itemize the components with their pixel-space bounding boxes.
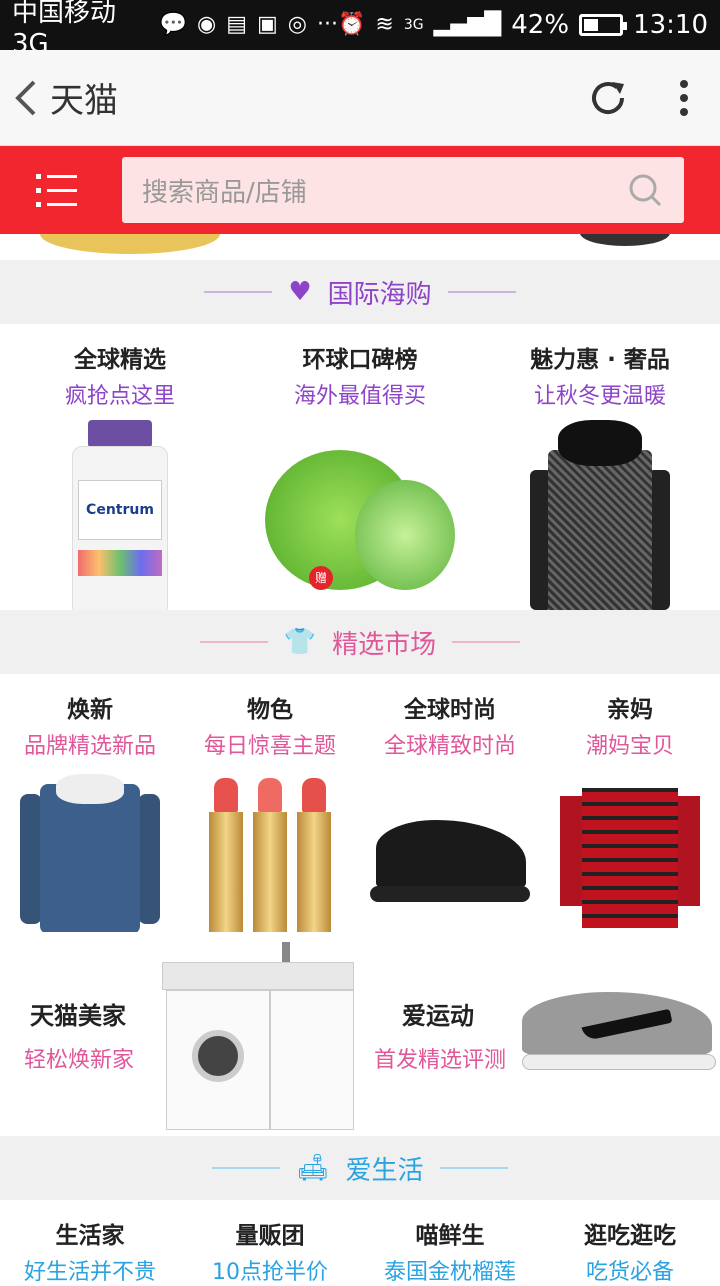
top-nav-bar: 天猫 (0, 50, 720, 146)
promo-tile-fresh[interactable]: 喵鲜生 泰国金枕榴莲 (360, 1200, 540, 1286)
sneaker-image (370, 820, 530, 910)
tile-subtitle: 全球精致时尚 (383, 734, 516, 759)
tile-subtitle: 疯抢点这里 (64, 384, 175, 409)
more-notifications-icon: ··· (316, 12, 338, 37)
promo-tile-theme[interactable]: 物色 每日惊喜主题 (180, 674, 360, 932)
tile-title: 魅力惠 · 奢品 (530, 347, 670, 373)
promo-tile-lifestyle[interactable]: 生活家 好生活并不贵 (0, 1200, 180, 1286)
heart-icon: ♥ (288, 277, 312, 307)
tile-subtitle: 潮妈宝贝 (585, 734, 674, 759)
promo-tile-global-select[interactable]: 全球精选 疯抢点这里 Centrum (0, 324, 240, 616)
search-header: 搜索商品/店铺 (0, 146, 720, 234)
promo-tile-mom[interactable]: 亲妈 潮妈宝贝 (540, 674, 720, 932)
battery-icon (579, 14, 628, 36)
section-title: 国际海购 (327, 279, 432, 310)
promo-tile-fashion[interactable]: 全球时尚 全球精致时尚 (360, 674, 540, 932)
promo-tile-group-buy[interactable]: 量贩团 10点抢半价 (180, 1200, 360, 1286)
divider-line (204, 291, 273, 293)
divider-line (447, 291, 516, 293)
promo-row: 天猫美家 轻松焕新家 爱运动 首发精选评测 (0, 932, 720, 1136)
promo-tile-new[interactable]: 焕新 品牌精选新品 (0, 674, 180, 934)
divider-line (439, 1167, 508, 1169)
aloe-gel-image: 赠 (265, 430, 455, 600)
battery-percent: 42% (511, 10, 570, 40)
section-header-market: 👕 精选市场 (0, 610, 720, 674)
product-image (580, 234, 670, 246)
banner-remnant (0, 234, 720, 260)
section-header-global: ♥ 国际海购 (0, 260, 720, 324)
tile-subtitle: 让秋冬更温暖 (533, 384, 666, 409)
search-placeholder: 搜索商品/店铺 (142, 177, 307, 208)
running-shoe-image (522, 992, 716, 1082)
tile-title: 全球精选 (74, 347, 166, 373)
global-grid: 全球精选 疯抢点这里 Centrum 环球口碑榜 海外最值得买 赠 魅力惠 · … (0, 324, 720, 616)
promo-subtitle: 轻松焕新家 (24, 1048, 135, 1073)
market-grid: 焕新 品牌精选新品 物色 每日惊喜主题 全球时尚 全球精致时尚 亲妈 潮妈宝贝 (0, 674, 720, 934)
headset-notification-icon: ◎ (287, 12, 307, 37)
section-header-life: 🛋 爱生活 (0, 1136, 720, 1200)
fruit-image (40, 234, 220, 254)
jacket-image (530, 420, 670, 616)
promo-subtitle: 首发精选评测 (374, 1048, 507, 1073)
section-title: 精选市场 (332, 629, 437, 660)
tile-title: 全球时尚 (404, 697, 496, 723)
more-options-icon[interactable] (680, 79, 688, 116)
promo-tile-food[interactable]: 逛吃逛吃 吃货必备 (540, 1200, 720, 1286)
category-menu-icon[interactable] (36, 173, 82, 207)
divider-line (212, 1167, 281, 1169)
life-grid: 生活家 好生活并不贵 量贩团 10点抢半价 喵鲜生 泰国金枕榴莲 逛吃逛吃 吃货… (0, 1200, 720, 1286)
vitamin-bottle-image: Centrum (72, 420, 168, 616)
tile-title: 亲妈 (607, 697, 653, 723)
alarm-icon: ⏰ (337, 12, 366, 37)
tile-subtitle: 吃货必备 (585, 1260, 674, 1285)
search-icon[interactable] (626, 171, 664, 209)
image-notification-icon: ▣ (256, 12, 278, 37)
chat-notification-icon: 💬 (159, 12, 187, 37)
back-arrow-icon[interactable] (12, 78, 42, 118)
tile-title: 量贩团 (235, 1223, 305, 1249)
tile-title: 环球口碑榜 (302, 347, 418, 373)
bottle-brand: Centrum (78, 480, 162, 540)
tile-title: 喵鲜生 (415, 1223, 485, 1249)
tile-title: 逛吃逛吃 (584, 1223, 676, 1249)
tile-title: 生活家 (55, 1223, 125, 1249)
clock: 13:10 (633, 10, 708, 40)
network-type: 3G (403, 17, 424, 33)
shirt-icon: 👕 (283, 627, 317, 657)
promo-title: 天猫美家 (30, 1002, 126, 1030)
tile-subtitle: 泰国金枕榴莲 (383, 1260, 516, 1285)
gift-tag: 赠 (309, 566, 333, 590)
promo-title: 爱运动 (402, 1002, 474, 1030)
promo-tile-global-ranking[interactable]: 环球口碑榜 海外最值得买 赠 (240, 324, 480, 610)
lipstick-image (209, 774, 331, 932)
washing-machine-image (162, 942, 354, 1132)
tile-subtitle: 每日惊喜主题 (203, 734, 336, 759)
clipboard-notification-icon: ▤ (226, 12, 247, 37)
tile-subtitle: 10点抢半价 (212, 1260, 328, 1285)
wifi-icon: ≋ (375, 12, 394, 37)
nav-title: 天猫 (50, 81, 118, 121)
tile-subtitle: 海外最值得买 (293, 384, 426, 409)
signal-icon: ▂▄▆█ (433, 12, 502, 37)
section-title: 爱生活 (345, 1155, 424, 1186)
tile-subtitle: 品牌精选新品 (23, 734, 156, 759)
app-notification-icon: ◉ (196, 12, 217, 37)
status-bar: 中国移动 3G 💬 ◉ ▤ ▣ ◎ ··· ⏰ ≋ 3G ▂▄▆█ 42% 13… (0, 0, 720, 59)
divider-line (199, 641, 268, 643)
denim-jacket-image (20, 774, 160, 934)
sofa-icon: 🛋 (296, 1153, 330, 1183)
promo-tile-luxury[interactable]: 魅力惠 · 奢品 让秋冬更温暖 (480, 324, 720, 616)
battery-fill (584, 19, 599, 31)
tile-title: 物色 (247, 697, 293, 723)
plaid-shirt-image (560, 780, 700, 930)
tile-subtitle: 好生活并不贵 (23, 1260, 156, 1285)
search-input[interactable]: 搜索商品/店铺 (122, 157, 684, 223)
refresh-icon[interactable] (586, 76, 630, 120)
tile-title: 焕新 (67, 697, 113, 723)
divider-line (452, 641, 521, 643)
